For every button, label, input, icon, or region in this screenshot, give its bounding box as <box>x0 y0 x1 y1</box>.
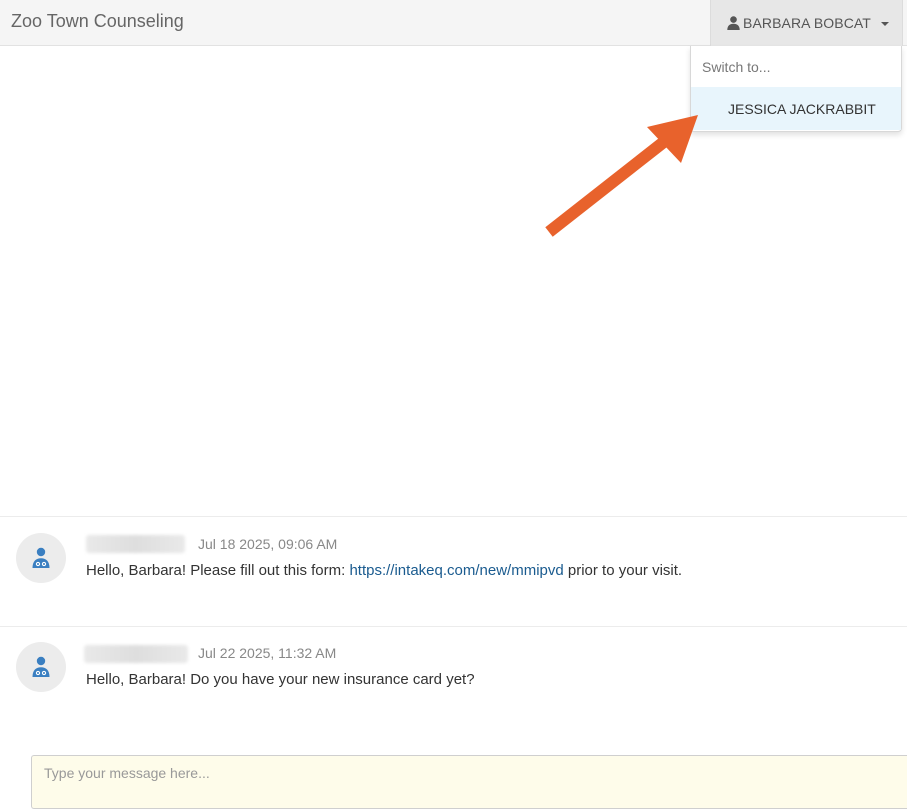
message-divider <box>0 626 907 627</box>
avatar <box>16 642 66 692</box>
doctor-icon <box>32 547 50 568</box>
dropdown-item-jessica-jackrabbit[interactable]: JESSICA JACKRABBIT <box>691 87 901 130</box>
top-navbar: Zoo Town Counseling BARBARA BOBCAT <box>0 0 907 46</box>
avatar <box>16 533 66 583</box>
sender-name-redacted <box>84 645 188 663</box>
user-switch-dropdown: Switch to... JESSICA JACKRABBIT <box>690 46 902 132</box>
message-text-after: prior to your visit. <box>563 562 683 579</box>
dropdown-header: Switch to... <box>702 59 771 75</box>
message-link[interactable]: https://intakeq.com/new/mmipvd <box>349 562 563 579</box>
message-timestamp: Jul 18 2025, 09:06 AM <box>198 536 338 552</box>
message-text: Hello, Barbara! Do you have your new ins… <box>86 671 475 688</box>
sender-name-redacted <box>86 535 185 553</box>
caret-down-icon <box>880 22 889 26</box>
message-text-before: Hello, Barbara! Please fill out this for… <box>86 562 350 579</box>
app-title[interactable]: Zoo Town Counseling <box>11 11 184 32</box>
message-input[interactable] <box>31 755 907 809</box>
person-icon <box>727 16 740 30</box>
message-timestamp: Jul 22 2025, 11:32 AM <box>198 645 337 661</box>
message-text: Hello, Barbara! Please fill out this for… <box>86 562 682 579</box>
current-user-name: BARBARA BOBCAT <box>743 15 871 31</box>
chat-divider <box>0 516 907 517</box>
user-menu-toggle[interactable]: BARBARA BOBCAT <box>710 0 903 46</box>
doctor-icon <box>32 656 50 677</box>
